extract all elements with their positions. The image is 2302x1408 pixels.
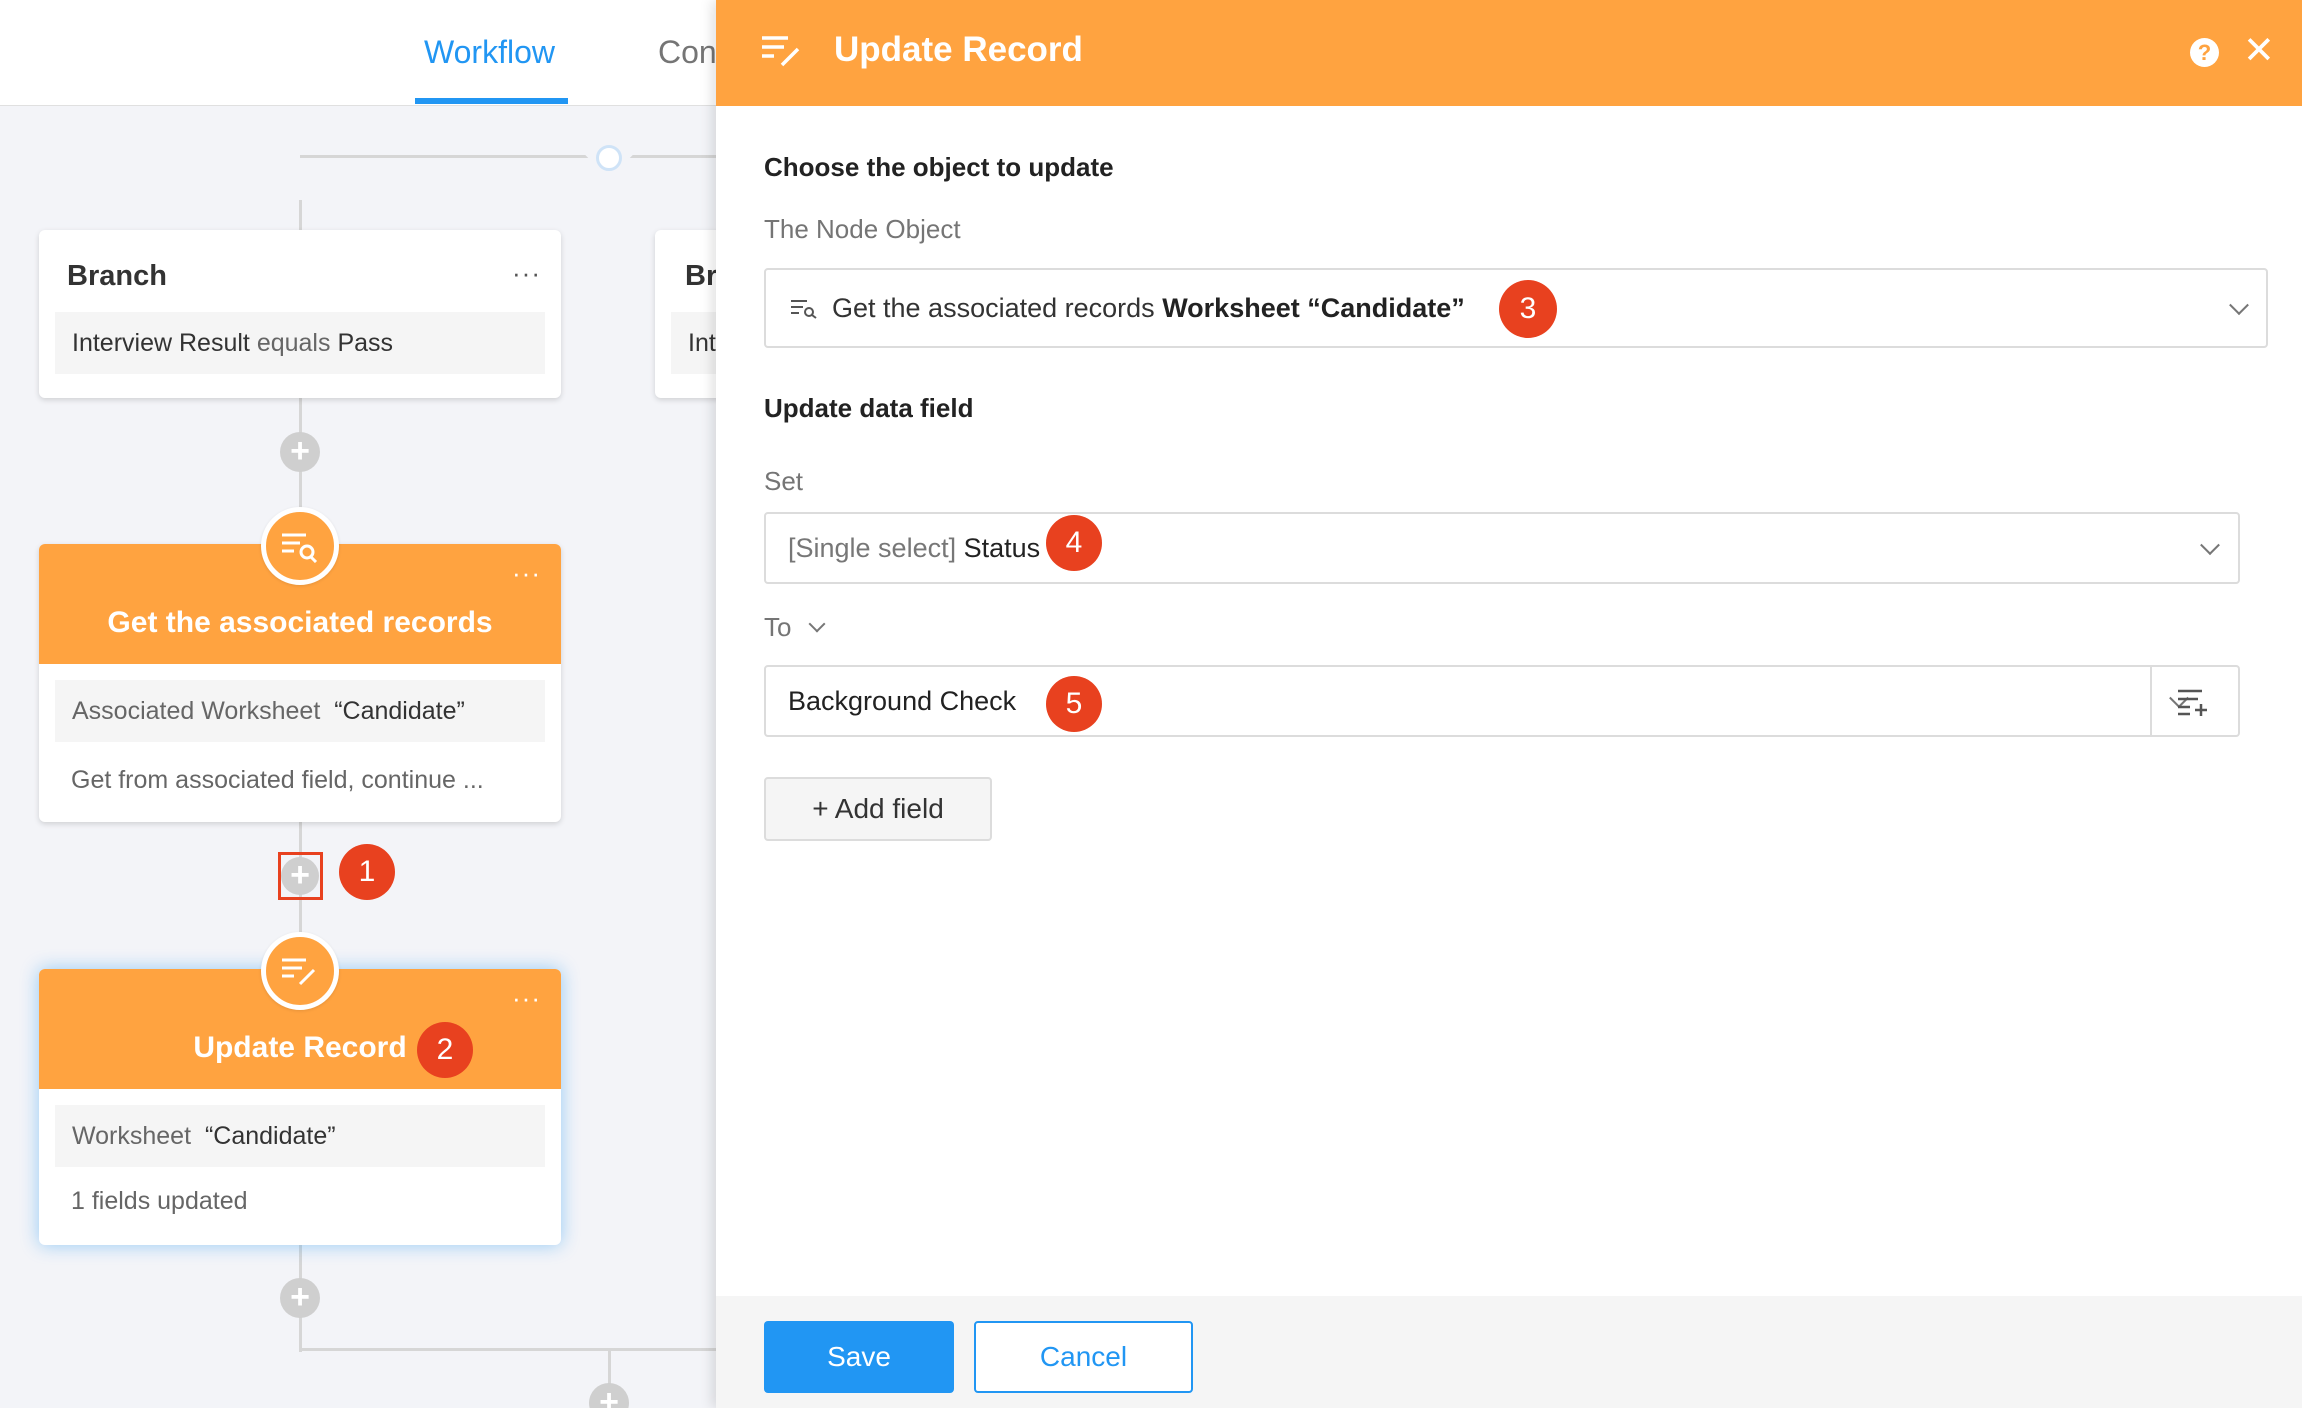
field-type: [Single select] — [788, 532, 957, 563]
update-record-card[interactable]: Update Record ··· Worksheet “Candidate” … — [39, 969, 561, 1245]
chevron-down-icon — [2229, 295, 2249, 316]
panel-title: Update Record — [834, 30, 1083, 69]
add-node-button[interactable]: + — [281, 857, 319, 895]
to-value: Background Check — [788, 685, 1017, 716]
add-node-button[interactable]: + — [589, 1383, 629, 1408]
active-tab-indicator — [415, 98, 568, 104]
branch-condition: Interview Result equals Pass — [55, 312, 545, 374]
top-navigation: Workflow Con — [0, 0, 716, 106]
update-record-description: 1 fields updated — [71, 1187, 248, 1215]
branch-condition: Int — [671, 312, 716, 374]
step-badge-1: 1 — [339, 844, 395, 900]
edit-list-icon — [760, 33, 802, 74]
tab-configuration[interactable]: Con — [658, 34, 716, 71]
node-object-prefix: Get the associated records — [832, 292, 1155, 323]
connector-line — [299, 1348, 716, 1351]
to-label[interactable]: To — [764, 612, 826, 643]
choose-object-title: Choose the object to update — [764, 152, 1114, 182]
branch-card-2[interactable]: Br Int — [655, 230, 716, 398]
more-menu-icon[interactable]: ··· — [512, 560, 541, 586]
connector-line — [299, 200, 302, 232]
step-badge-3: 3 — [1499, 280, 1557, 338]
help-icon[interactable]: ? — [2190, 38, 2219, 67]
get-records-description: Get from associated field, continue ... — [71, 766, 484, 794]
panel-footer: Save Cancel — [716, 1296, 2302, 1408]
node-object-label: The Node Object — [764, 214, 961, 244]
more-menu-icon[interactable]: ··· — [512, 985, 541, 1011]
update-data-field-title: Update data field — [764, 393, 974, 423]
workflow-canvas: + Branch ··· Interview Result equals Pas… — [0, 0, 716, 1408]
update-record-worksheet: Worksheet “Candidate” — [55, 1105, 545, 1167]
tab-workflow[interactable]: Workflow — [424, 34, 555, 71]
step-badge-5: 5 — [1046, 676, 1102, 732]
get-records-card[interactable]: Get the associated records ··· Associate… — [39, 544, 561, 822]
set-label: Set — [764, 466, 804, 496]
get-records-title: Get the associated records — [107, 606, 493, 639]
connector-line — [300, 155, 716, 158]
branch-title: Branch — [67, 260, 167, 292]
to-value-select[interactable]: Background Check — [764, 665, 2240, 737]
add-node-button[interactable]: + — [280, 432, 320, 472]
node-object-worksheet: Worksheet “Candidate” — [1162, 292, 1465, 323]
update-record-panel: Update Record ? ✕ Choose the object to u… — [716, 0, 2302, 1408]
add-field-button[interactable]: + Add field — [764, 777, 992, 841]
save-button[interactable]: Save — [764, 1321, 954, 1393]
add-node-button[interactable]: + — [280, 1278, 320, 1318]
insert-field-icon[interactable] — [2176, 687, 2210, 717]
update-record-title: Update Record — [193, 1031, 407, 1064]
panel-header: Update Record ? ✕ — [716, 0, 2302, 106]
branch-merge-circle[interactable] — [596, 145, 622, 171]
branch-card[interactable]: Branch ··· Interview Result equals Pass — [39, 230, 561, 398]
branch-title: Br — [685, 260, 716, 292]
set-field-select[interactable]: [Single select] Status — [764, 512, 2240, 584]
connector-line — [608, 1348, 611, 1388]
edit-list-icon — [261, 932, 339, 1010]
chevron-down-icon — [2200, 535, 2220, 556]
field-name: Status — [963, 532, 1041, 563]
more-menu-icon[interactable]: ··· — [512, 260, 541, 286]
chevron-down-icon — [808, 615, 826, 632]
search-list-icon — [790, 297, 818, 319]
cancel-button[interactable]: Cancel — [974, 1321, 1193, 1393]
search-list-icon — [261, 507, 339, 585]
get-records-worksheet: Associated Worksheet “Candidate” — [55, 680, 545, 742]
step-badge-4: 4 — [1046, 515, 1102, 571]
step-badge-2: 2 — [417, 1022, 473, 1078]
field-divider — [2150, 667, 2152, 735]
close-icon[interactable]: ✕ — [2243, 32, 2275, 70]
